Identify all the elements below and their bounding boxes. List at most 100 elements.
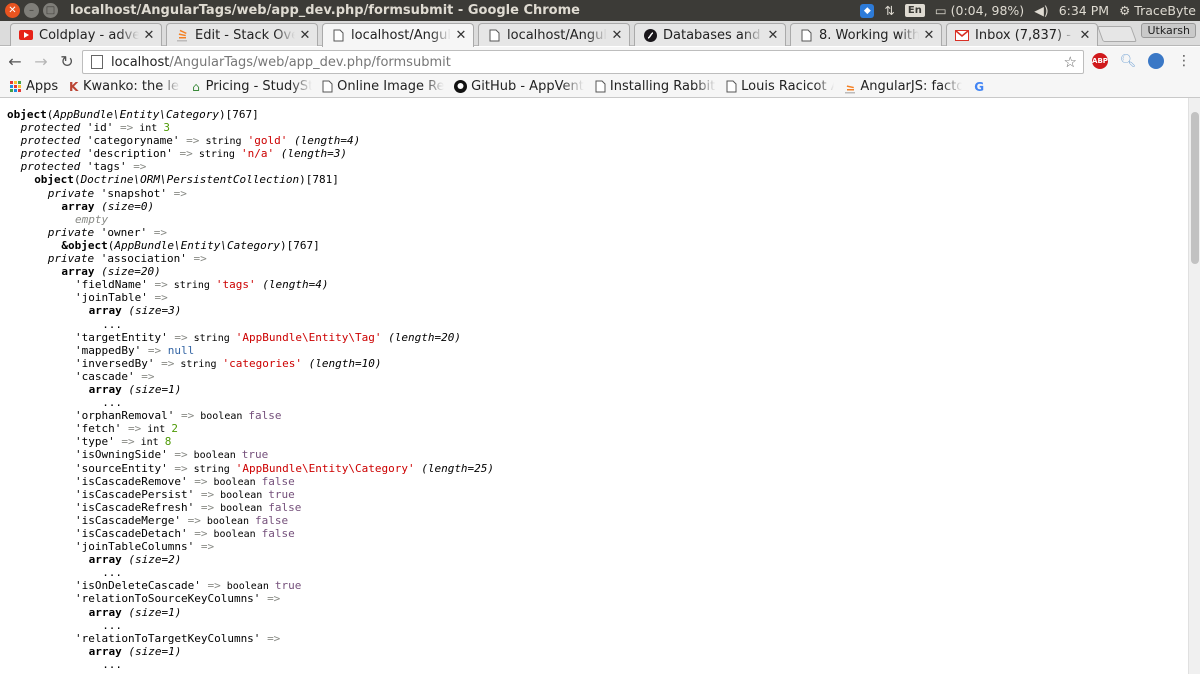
dump-token: => — [133, 160, 147, 174]
dump-line: protected 'categoryname' => string 'gold… — [7, 134, 494, 147]
dropbox-icon[interactable]: ◆ — [860, 3, 875, 18]
tab-associations[interactable]: 8. Working with Associations ✕ — [790, 23, 942, 46]
network-icon[interactable]: ⇅ — [884, 3, 894, 18]
back-button[interactable]: ← — [4, 51, 26, 73]
dump-line: 'joinTable' => — [7, 291, 494, 304]
tab-close-icon[interactable]: ✕ — [923, 28, 935, 43]
bookmark-label: AngularJS: factory — [860, 79, 963, 94]
tab-close-icon[interactable]: ✕ — [1079, 28, 1091, 43]
gmail-icon — [955, 28, 969, 42]
dump-token: string — [167, 280, 216, 292]
forward-button[interactable]: → — [30, 51, 52, 73]
tab-label: localhost/AngularTags — [507, 27, 607, 43]
keyboard-layout-indicator[interactable]: En — [904, 4, 925, 17]
tab-close-icon[interactable]: ✕ — [611, 28, 623, 43]
dump-line: 'type' => int 8 — [7, 435, 494, 448]
bookmark-star-icon[interactable]: ☆ — [1064, 53, 1077, 71]
dump-line: 'isCascadeRemove' => boolean false — [7, 475, 494, 488]
dump-line: ... — [7, 396, 494, 409]
dump-token: => — [194, 527, 208, 540]
dump-line: 'isCascadePersist' => boolean true — [7, 488, 494, 501]
dump-token: 'orphanRemoval' — [75, 409, 181, 423]
dump-token: => — [173, 186, 187, 200]
dump-line: 'isOnDeleteCascade' => boolean true — [7, 579, 494, 592]
reload-button[interactable]: ↻ — [56, 51, 78, 73]
dump-token: boolean — [214, 502, 269, 514]
magnifier-extension-icon[interactable]: 🔍︎ — [1120, 53, 1137, 69]
dump-token: 'owner' — [94, 225, 154, 239]
dump-token: 'relationToTargetKeyColumns' — [75, 631, 268, 645]
tab-databases[interactable]: Databases and Doctrine ✕ — [634, 23, 786, 46]
bookmark-kwanko[interactable]: K Kwanko: the leader — [68, 79, 180, 94]
chrome-menu-icon[interactable]: ⋮ — [1176, 53, 1192, 69]
tab-close-icon[interactable]: ✕ — [143, 28, 155, 43]
bookmark-apps[interactable]: Apps — [8, 79, 58, 94]
dump-token: 'gold' — [247, 134, 288, 148]
dump-token: array — [88, 644, 122, 658]
dump-token: => — [267, 592, 281, 606]
bookmark-angularjs-factory[interactable]: AngularJS: factory — [844, 79, 962, 94]
dump-token: private — [47, 252, 95, 266]
window-maximize-button[interactable]: □ — [43, 3, 58, 18]
dump-token: => — [154, 278, 168, 292]
dump-token: => — [186, 134, 200, 148]
dump-token: (length=3) — [274, 147, 347, 161]
window-close-button[interactable]: ✕ — [5, 3, 20, 18]
dump-line: ... — [7, 318, 494, 331]
profile-button[interactable]: Utkarsh — [1141, 23, 1196, 38]
kwanko-icon: K — [68, 79, 79, 94]
battery-icon: ▭ — [934, 3, 947, 18]
dump-token: => — [200, 500, 215, 514]
battery-indicator[interactable]: ▭ (0:04, 98%) — [935, 3, 1024, 18]
bookmark-rabbitmq[interactable]: Installing RabbitMQ — [594, 79, 716, 94]
dump-line: private 'association' => — [7, 252, 494, 265]
tab-close-icon[interactable]: ✕ — [299, 28, 311, 43]
window-minimize-button[interactable]: – — [24, 3, 39, 18]
dump-line: 'joinTableColumns' => — [7, 540, 494, 553]
dump-token: 'type' — [75, 435, 122, 449]
page-icon — [91, 55, 103, 69]
globe-extension-icon[interactable] — [1148, 53, 1164, 69]
dump-line: private 'owner' => — [7, 226, 494, 239]
dump-line: empty — [7, 213, 494, 226]
tab-label: 8. Working with Associations — [819, 27, 919, 43]
tab-stackoverflow[interactable]: Edit - Stack Overflow ✕ — [166, 23, 318, 46]
tab-localhost[interactable]: localhost/AngularTags ✕ — [478, 23, 630, 46]
tab-close-icon[interactable]: ✕ — [455, 28, 467, 43]
dump-token: => — [147, 343, 162, 357]
dump-token: (size=0) — [94, 199, 155, 213]
dump-token: 'description' — [80, 147, 180, 161]
arrow-left-icon: ← — [8, 52, 22, 71]
dump-token: ... — [102, 618, 123, 632]
dump-token: true — [268, 487, 295, 501]
bookmark-label: Online Image Resizer — [337, 79, 445, 94]
dump-token: 'tags' — [215, 278, 256, 292]
dump-token: => — [267, 631, 281, 645]
session-menu[interactable]: ⚙ TraceByte — [1119, 3, 1196, 18]
bookmark-louis-racicot[interactable]: Louis Racicot Angular — [726, 79, 834, 94]
dump-line: protected 'id' => int 3 — [7, 121, 494, 134]
username: TraceByte — [1134, 3, 1196, 18]
volume-icon[interactable]: ◀) — [1034, 3, 1049, 18]
tab-label: Databases and Doctrine — [663, 27, 763, 43]
dump-token: 'cascade' — [75, 369, 142, 383]
tab-label: localhost/AngularTags — [351, 28, 451, 43]
dump-token: )[767] — [218, 108, 259, 121]
clock[interactable]: 6:34 PM — [1059, 3, 1109, 18]
bookmark-pricing[interactable]: ⌂ Pricing - StudyStack — [190, 79, 312, 94]
vertical-scrollbar[interactable] — [1188, 98, 1200, 674]
adblock-plus-icon[interactable]: ABP — [1092, 53, 1108, 69]
dump-token: 'isCascadeMerge' — [75, 513, 188, 527]
bookmark-github[interactable]: GitHub - AppVentures — [454, 79, 584, 94]
youtube-icon — [19, 28, 33, 42]
tab-coldplay[interactable]: Coldplay - adventure ✕ — [10, 23, 162, 46]
address-bar[interactable]: localhost/AngularTags/web/app_dev.php/fo… — [82, 50, 1084, 74]
new-tab-button[interactable] — [1097, 26, 1137, 42]
tab-gmail[interactable]: Inbox (7,837) - utkarsh ✕ — [946, 23, 1098, 46]
tab-close-icon[interactable]: ✕ — [767, 28, 779, 43]
dump-token: => — [194, 474, 208, 488]
bookmark-image-resizer[interactable]: Online Image Resizer — [322, 79, 444, 94]
scrollbar-thumb[interactable] — [1191, 112, 1199, 264]
tab-localhost-active[interactable]: localhost/AngularTags ✕ — [322, 23, 474, 47]
bookmark-google[interactable]: G — [972, 80, 990, 94]
